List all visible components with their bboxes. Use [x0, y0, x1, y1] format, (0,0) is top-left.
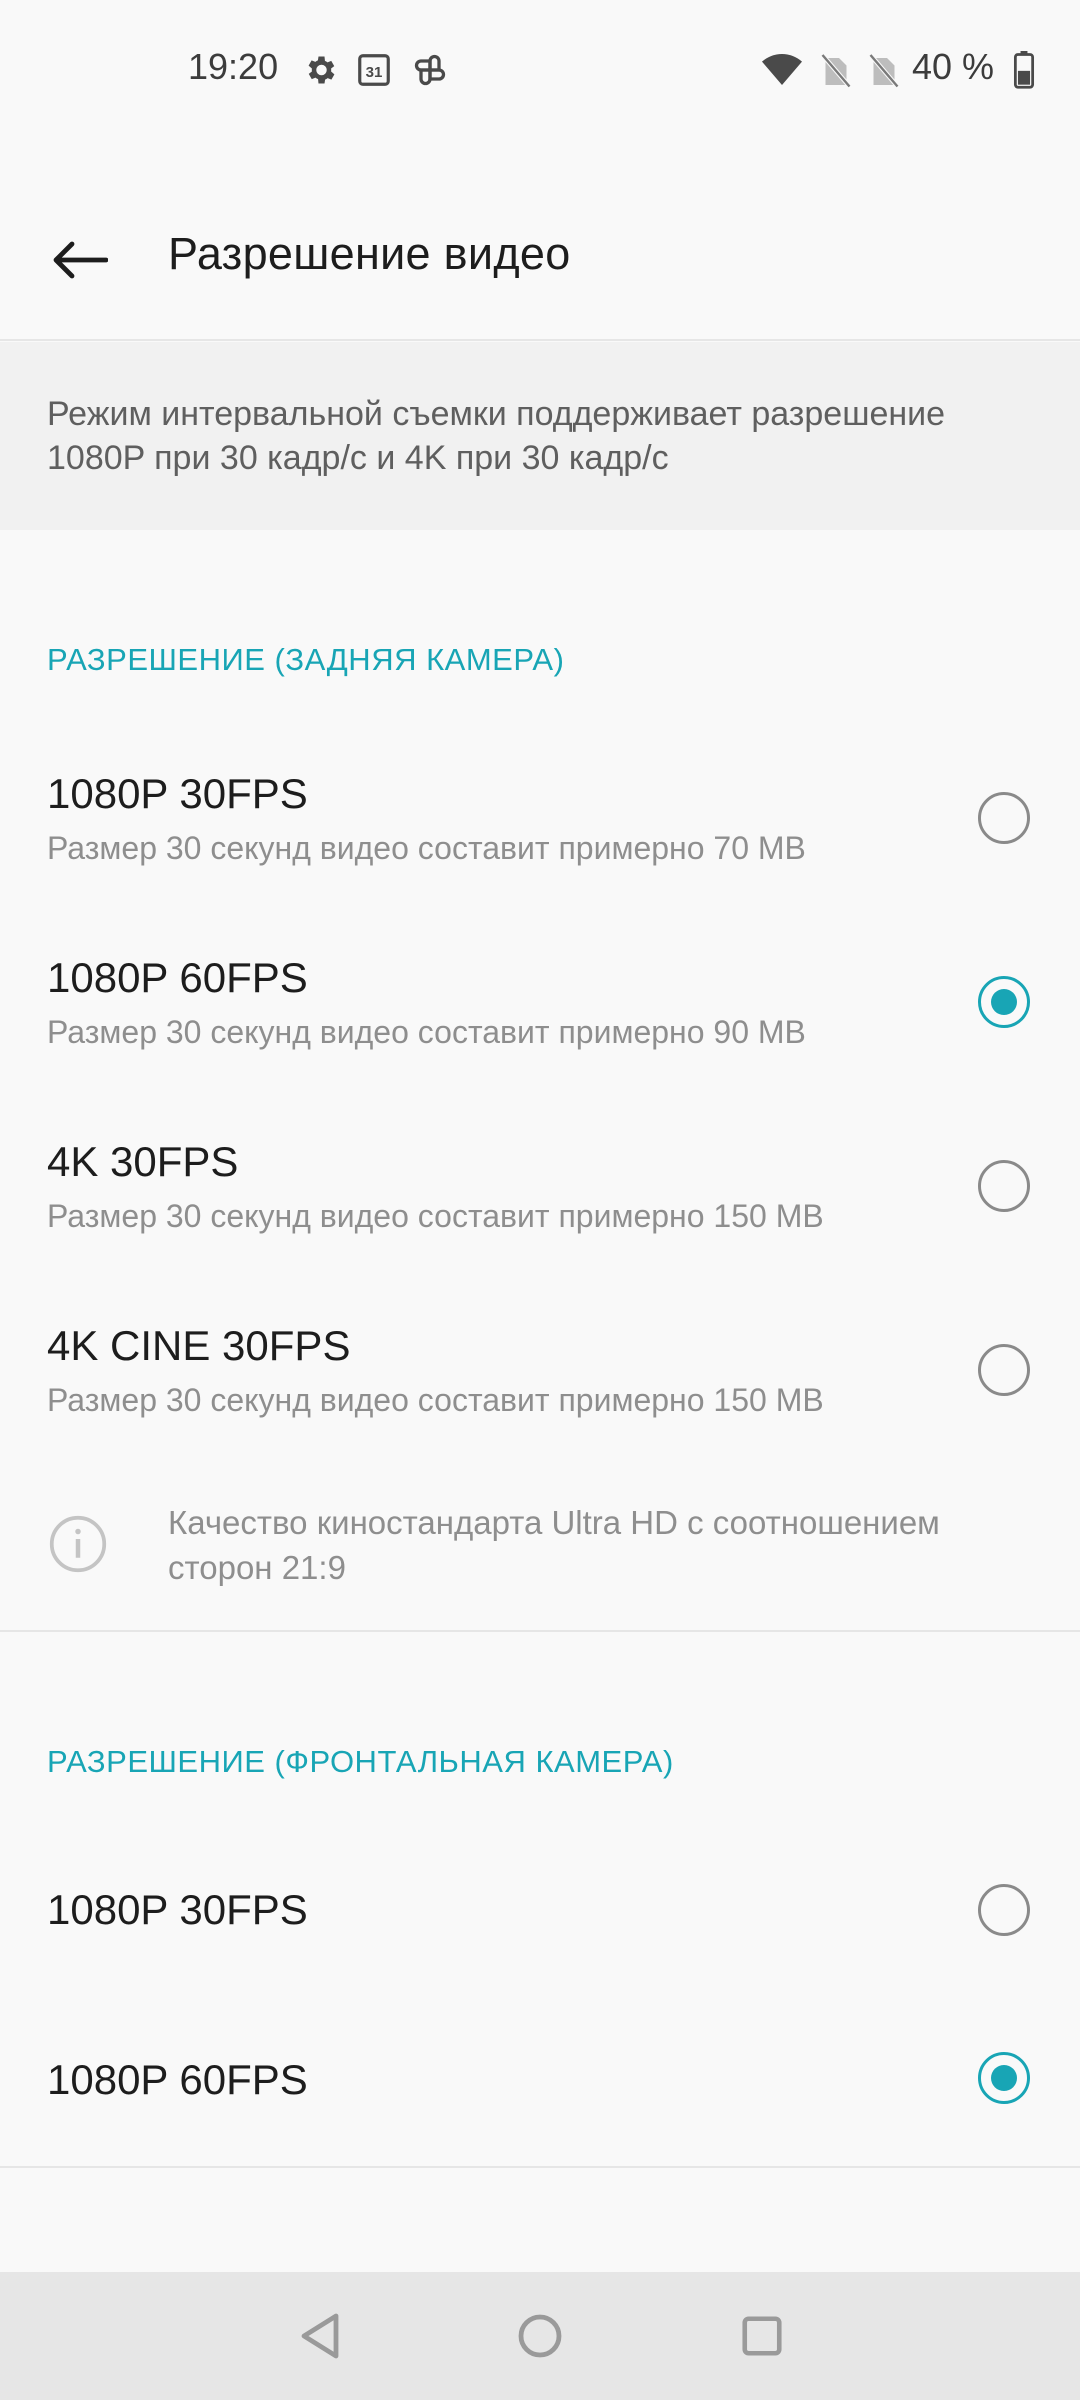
video-resolution-screen: 19:20 31 40 % Разрешение видео Режим инт…	[0, 0, 1080, 2400]
calendar-day: 31	[366, 64, 383, 81]
arrow-left-icon	[53, 241, 108, 279]
info-banner-text: Режим интервальной съемки поддерживает р…	[47, 395, 946, 477]
option-rear-4k-30fps[interactable]: 4K 30FPS Размер 30 секунд видео составит…	[0, 1098, 1080, 1278]
gear-icon	[300, 50, 340, 90]
note-text: Качество киностандарта Ultra HD с соотно…	[168, 1504, 940, 1586]
option-title: 1080P 30FPS	[47, 1886, 308, 1933]
section-divider	[0, 1630, 1080, 1632]
option-subtitle: Размер 30 секунд видео составит примерно…	[47, 1382, 824, 1418]
option-rear-1080p-30fps[interactable]: 1080P 30FPS Размер 30 секунд видео соста…	[0, 730, 1080, 910]
radio-button-selected[interactable]	[978, 976, 1030, 1028]
no-sim-icon	[864, 50, 904, 90]
back-triangle-icon	[301, 2313, 339, 2359]
option-title: 4K CINE 30FPS	[47, 1322, 351, 1369]
option-title: 1080P 60FPS	[47, 2056, 308, 2103]
option-title: 1080P 30FPS	[47, 770, 308, 817]
info-icon	[49, 1515, 107, 1573]
home-circle-icon	[518, 2314, 562, 2358]
option-title: 4K 30FPS	[47, 1138, 239, 1185]
radio-button[interactable]	[978, 1344, 1030, 1396]
calendar-icon: 31	[354, 50, 394, 90]
cine-note: Качество киностандарта Ultra HD с соотно…	[0, 1490, 1080, 1610]
battery-icon	[1004, 50, 1044, 90]
section-divider	[0, 2166, 1080, 2168]
nav-back-button[interactable]	[290, 2306, 350, 2366]
toolbar-divider	[0, 339, 1080, 341]
pinwheel-icon	[410, 50, 450, 90]
radio-button-selected[interactable]	[978, 2052, 1030, 2104]
radio-button[interactable]	[978, 1884, 1030, 1936]
option-subtitle: Размер 30 секунд видео составит примерно…	[47, 1198, 824, 1234]
status-bar: 19:20 31 40 %	[0, 0, 1080, 140]
section-header-rear-camera: РАЗРЕШЕНИЕ (ЗАДНЯЯ КАМЕРА)	[47, 642, 565, 677]
toolbar: Разрешение видео	[0, 180, 1080, 340]
option-front-1080p-30fps[interactable]: 1080P 30FPS	[0, 1822, 1080, 2000]
navigation-bar	[0, 2272, 1080, 2400]
option-subtitle: Размер 30 секунд видео составит примерно…	[47, 1014, 806, 1050]
option-front-1080p-60fps[interactable]: 1080P 60FPS	[0, 1994, 1080, 2164]
back-button[interactable]	[30, 210, 130, 310]
nav-recents-button[interactable]	[732, 2306, 792, 2366]
option-rear-4k-cine-30fps[interactable]: 4K CINE 30FPS Размер 30 секунд видео сос…	[0, 1282, 1080, 1462]
info-banner: Режим интервальной съемки поддерживает р…	[0, 342, 1080, 530]
no-sim-icon	[816, 50, 856, 90]
status-time: 19:20	[188, 46, 279, 87]
page-title: Разрешение видео	[168, 228, 571, 279]
option-subtitle: Размер 30 секунд видео составит примерно…	[47, 830, 806, 866]
radio-button[interactable]	[978, 792, 1030, 844]
option-rear-1080p-60fps[interactable]: 1080P 60FPS Размер 30 секунд видео соста…	[0, 914, 1080, 1094]
option-title: 1080P 60FPS	[47, 954, 308, 1001]
section-header-front-camera: РАЗРЕШЕНИЕ (ФРОНТАЛЬНАЯ КАМЕРА)	[47, 1744, 674, 1779]
nav-home-button[interactable]	[510, 2306, 570, 2366]
radio-button[interactable]	[978, 1160, 1030, 1212]
battery-percent: 40 %	[911, 46, 994, 87]
recents-square-icon	[742, 2316, 782, 2356]
wifi-icon	[762, 50, 802, 90]
